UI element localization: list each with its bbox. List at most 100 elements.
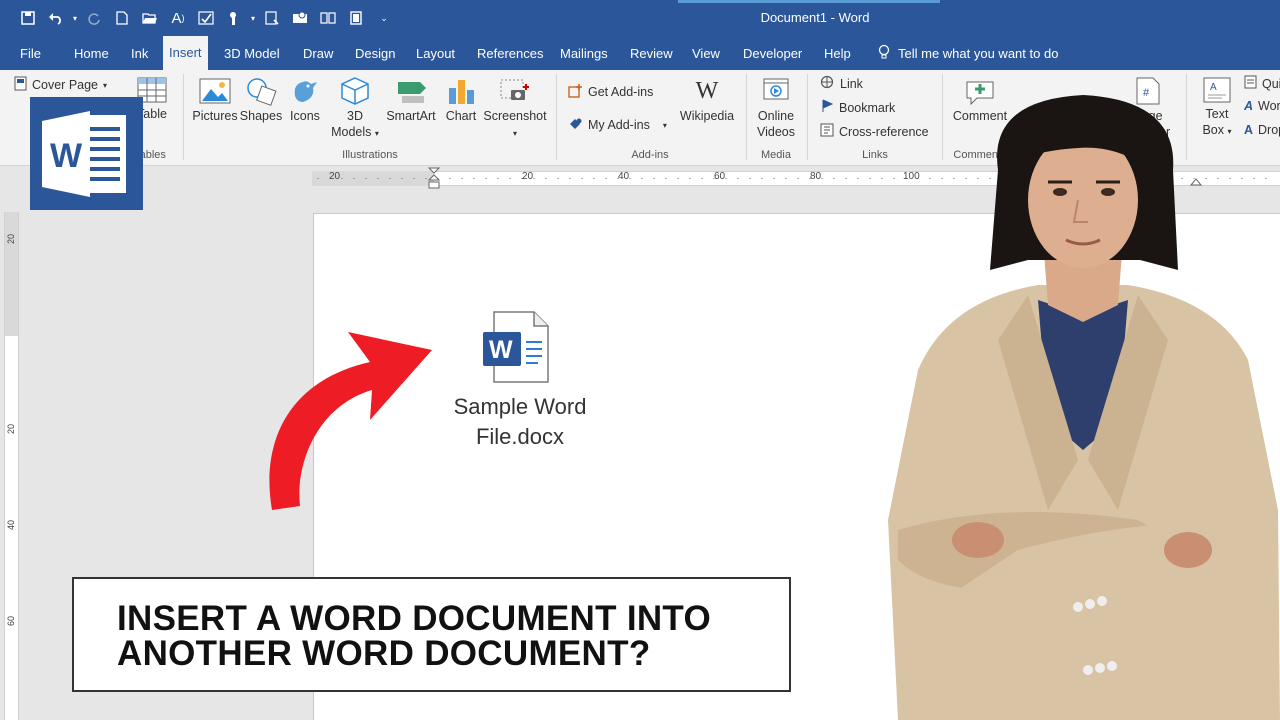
my-addins-icon xyxy=(568,116,583,134)
tab-draw[interactable]: Draw xyxy=(303,46,333,61)
vertical-ruler[interactable]: 20 20 40 60 xyxy=(4,212,19,720)
tab-home[interactable]: Home xyxy=(74,46,109,61)
divider xyxy=(746,74,747,160)
file-caption[interactable]: Sample Word File.docx xyxy=(420,392,620,452)
chart-label: Chart xyxy=(445,109,477,123)
shapes-button[interactable]: Shapes xyxy=(239,76,283,124)
vruler-label: 20 xyxy=(6,423,17,435)
chart-icon xyxy=(449,80,474,104)
cover-page-icon xyxy=(14,76,27,94)
link-label: Link xyxy=(840,76,863,91)
ruler-label: 80 xyxy=(810,171,822,182)
title-highlight xyxy=(678,0,940,3)
indent-marker-icon[interactable] xyxy=(428,167,440,189)
redo-icon[interactable] xyxy=(80,6,108,30)
document-settings-icon[interactable] xyxy=(286,6,314,30)
get-addins-label: Get Add-ins xyxy=(588,85,654,99)
title-bar: ▾ A) ▾ ⌄ Document1 - Word xyxy=(0,0,1280,36)
screenshot-label: Screenshot xyxy=(483,109,547,123)
screenshot-icon xyxy=(500,79,529,100)
screenshot-button[interactable]: Screenshot ▾ xyxy=(483,76,547,142)
divider xyxy=(807,74,808,160)
divider xyxy=(183,74,184,160)
tell-me-box[interactable]: Tell me what you want to do xyxy=(878,44,1058,63)
file-name-line-2: File.docx xyxy=(475,424,565,449)
new-document-icon[interactable] xyxy=(108,6,136,30)
link-icon xyxy=(820,75,835,92)
word-file-icon[interactable]: W xyxy=(482,310,552,391)
smartart-label: SmartArt xyxy=(386,109,436,123)
screenshot-root: ▾ A) ▾ ⌄ Document1 - Word File Home Ink … xyxy=(0,0,1280,720)
chevron-down-icon: ▾ xyxy=(374,129,379,138)
spelling-icon[interactable] xyxy=(192,6,220,30)
online-videos-button[interactable]: Online Videos xyxy=(754,76,798,140)
print-preview-icon[interactable] xyxy=(258,6,286,30)
vertical-ruler-margin xyxy=(5,212,18,336)
tab-insert[interactable]: Insert xyxy=(163,36,208,70)
cube-icon xyxy=(341,77,369,105)
get-addins-button[interactable]: Get Add-ins xyxy=(568,83,653,101)
icons-button[interactable]: Icons xyxy=(285,76,325,124)
tell-me-text: Tell me what you want to do xyxy=(898,46,1059,61)
undo-icon[interactable] xyxy=(42,6,70,30)
tab-mailings[interactable]: Mailings xyxy=(560,46,608,61)
tab-ink[interactable]: Ink xyxy=(131,46,148,61)
wikipedia-button[interactable]: W Wikipedia xyxy=(676,78,738,124)
pictures-label: Pictures xyxy=(192,109,238,123)
vruler-label: 20 xyxy=(6,233,17,245)
chart-button[interactable]: Chart xyxy=(442,76,480,124)
tab-view[interactable]: View xyxy=(692,46,720,61)
lightbulb-icon xyxy=(878,44,890,63)
chevron-down-icon: ▾ xyxy=(662,120,667,130)
touch-mode-icon[interactable] xyxy=(220,6,248,30)
3d-models-button[interactable]: 3D Models ▾ xyxy=(328,76,382,142)
ruler-label: 60 xyxy=(714,171,726,182)
font-icon[interactable]: A) xyxy=(164,6,192,30)
undo-dropdown-icon[interactable]: ▾ xyxy=(70,6,80,30)
smartart-icon xyxy=(398,82,426,103)
my-addins-button[interactable]: My Add-ins ▾ xyxy=(568,116,667,134)
touch-dropdown-icon[interactable]: ▾ xyxy=(248,6,258,30)
tab-file[interactable]: File xyxy=(20,46,41,61)
vruler-label: 60 xyxy=(6,615,17,627)
divider xyxy=(556,74,557,160)
icons-icon xyxy=(294,81,317,102)
online-videos-label-1: Online xyxy=(757,109,795,123)
smartart-button[interactable]: SmartArt xyxy=(384,76,438,124)
online-video-icon xyxy=(763,78,789,100)
tab-design[interactable]: Design xyxy=(355,46,395,61)
customize-qat-icon[interactable]: ⌄ xyxy=(370,6,398,30)
shapes-label: Shapes xyxy=(239,109,283,123)
wikipedia-label: Wikipedia xyxy=(679,109,735,123)
tab-review[interactable]: Review xyxy=(630,46,673,61)
cover-page-button[interactable]: Cover Page ▾ xyxy=(14,76,107,94)
quick-parts-label: Quick Parts xyxy=(1262,76,1280,91)
ruler-label: 20 xyxy=(329,171,341,182)
cross-reference-icon xyxy=(820,123,834,140)
pictures-button[interactable]: Pictures xyxy=(192,76,238,124)
illustrations-group-label: Illustrations xyxy=(342,149,398,161)
document-title: Document1 - Word xyxy=(760,10,870,25)
bookmark-icon xyxy=(820,99,834,116)
svg-text:W: W xyxy=(50,137,83,175)
layout-icon[interactable] xyxy=(314,6,342,30)
open-icon[interactable] xyxy=(136,6,164,30)
tab-developer[interactable]: Developer xyxy=(743,46,802,61)
3d-models-label-1: 3D xyxy=(347,109,363,123)
save-icon[interactable] xyxy=(14,6,42,30)
shapes-icon xyxy=(247,78,277,106)
page-icon[interactable] xyxy=(342,6,370,30)
ribbon-tabs: File Home Ink Insert 3D Model Draw Desig… xyxy=(0,36,1280,70)
addins-group-label: Add-ins xyxy=(631,149,669,161)
chevron-down-icon: ▾ xyxy=(512,129,517,138)
tab-references[interactable]: References xyxy=(477,46,543,61)
caption-box: INSERT A WORD DOCUMENT INTO ANOTHER WORD… xyxy=(72,577,791,692)
tab-layout[interactable]: Layout xyxy=(416,46,455,61)
ruler-label: 20 xyxy=(522,171,534,182)
tab-help[interactable]: Help xyxy=(824,46,851,61)
link-button[interactable]: Link xyxy=(820,75,863,92)
tab-3d-model[interactable]: 3D Model xyxy=(224,46,280,61)
wikipedia-icon: W xyxy=(695,78,719,104)
cover-page-label: Cover Page xyxy=(32,78,99,92)
pictures-icon xyxy=(199,78,231,104)
